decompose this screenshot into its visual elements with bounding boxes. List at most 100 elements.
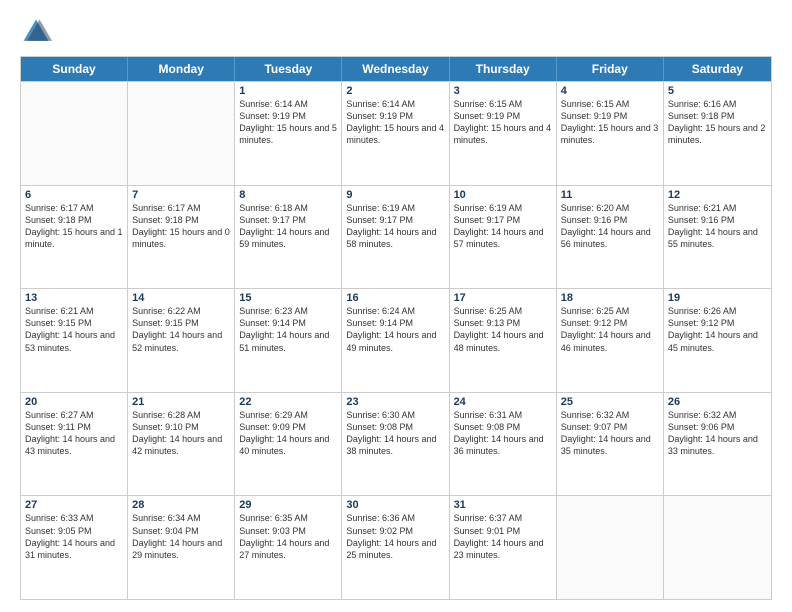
- calendar-cell: 5Sunrise: 6:16 AM Sunset: 9:18 PM Daylig…: [664, 82, 771, 185]
- day-info: Sunrise: 6:27 AM Sunset: 9:11 PM Dayligh…: [25, 409, 123, 458]
- calendar-cell: [557, 496, 664, 599]
- day-info: Sunrise: 6:36 AM Sunset: 9:02 PM Dayligh…: [346, 512, 444, 561]
- day-info: Sunrise: 6:28 AM Sunset: 9:10 PM Dayligh…: [132, 409, 230, 458]
- calendar-cell: 6Sunrise: 6:17 AM Sunset: 9:18 PM Daylig…: [21, 186, 128, 289]
- calendar-cell: 26Sunrise: 6:32 AM Sunset: 9:06 PM Dayli…: [664, 393, 771, 496]
- calendar-cell: 16Sunrise: 6:24 AM Sunset: 9:14 PM Dayli…: [342, 289, 449, 392]
- day-info: Sunrise: 6:25 AM Sunset: 9:12 PM Dayligh…: [561, 305, 659, 354]
- day-number: 8: [239, 189, 337, 201]
- day-number: 9: [346, 189, 444, 201]
- day-info: Sunrise: 6:17 AM Sunset: 9:18 PM Dayligh…: [25, 202, 123, 251]
- day-number: 23: [346, 396, 444, 408]
- day-number: 18: [561, 292, 659, 304]
- calendar-cell: 23Sunrise: 6:30 AM Sunset: 9:08 PM Dayli…: [342, 393, 449, 496]
- page: SundayMondayTuesdayWednesdayThursdayFrid…: [0, 0, 792, 612]
- day-of-week-header: Wednesday: [342, 57, 449, 81]
- day-info: Sunrise: 6:16 AM Sunset: 9:18 PM Dayligh…: [668, 98, 767, 147]
- day-info: Sunrise: 6:21 AM Sunset: 9:16 PM Dayligh…: [668, 202, 767, 251]
- day-number: 7: [132, 189, 230, 201]
- day-of-week-header: Tuesday: [235, 57, 342, 81]
- calendar-cell: [664, 496, 771, 599]
- day-number: 22: [239, 396, 337, 408]
- calendar-week-row: 20Sunrise: 6:27 AM Sunset: 9:11 PM Dayli…: [21, 392, 771, 496]
- day-info: Sunrise: 6:30 AM Sunset: 9:08 PM Dayligh…: [346, 409, 444, 458]
- calendar-week-row: 1Sunrise: 6:14 AM Sunset: 9:19 PM Daylig…: [21, 81, 771, 185]
- day-info: Sunrise: 6:21 AM Sunset: 9:15 PM Dayligh…: [25, 305, 123, 354]
- day-info: Sunrise: 6:23 AM Sunset: 9:14 PM Dayligh…: [239, 305, 337, 354]
- day-number: 31: [454, 499, 552, 511]
- day-info: Sunrise: 6:22 AM Sunset: 9:15 PM Dayligh…: [132, 305, 230, 354]
- calendar-cell: 20Sunrise: 6:27 AM Sunset: 9:11 PM Dayli…: [21, 393, 128, 496]
- calendar: SundayMondayTuesdayWednesdayThursdayFrid…: [20, 56, 772, 600]
- calendar-week-row: 27Sunrise: 6:33 AM Sunset: 9:05 PM Dayli…: [21, 495, 771, 599]
- calendar-week-row: 13Sunrise: 6:21 AM Sunset: 9:15 PM Dayli…: [21, 288, 771, 392]
- calendar-cell: 7Sunrise: 6:17 AM Sunset: 9:18 PM Daylig…: [128, 186, 235, 289]
- calendar-cell: 27Sunrise: 6:33 AM Sunset: 9:05 PM Dayli…: [21, 496, 128, 599]
- day-info: Sunrise: 6:15 AM Sunset: 9:19 PM Dayligh…: [454, 98, 552, 147]
- day-number: 17: [454, 292, 552, 304]
- day-of-week-header: Thursday: [450, 57, 557, 81]
- day-number: 6: [25, 189, 123, 201]
- day-of-week-header: Monday: [128, 57, 235, 81]
- calendar-cell: 17Sunrise: 6:25 AM Sunset: 9:13 PM Dayli…: [450, 289, 557, 392]
- day-info: Sunrise: 6:20 AM Sunset: 9:16 PM Dayligh…: [561, 202, 659, 251]
- day-number: 20: [25, 396, 123, 408]
- calendar-cell: 14Sunrise: 6:22 AM Sunset: 9:15 PM Dayli…: [128, 289, 235, 392]
- day-of-week-header: Friday: [557, 57, 664, 81]
- logo: [20, 16, 56, 48]
- day-number: 29: [239, 499, 337, 511]
- day-number: 30: [346, 499, 444, 511]
- day-number: 14: [132, 292, 230, 304]
- calendar-cell: [128, 82, 235, 185]
- calendar-cell: 2Sunrise: 6:14 AM Sunset: 9:19 PM Daylig…: [342, 82, 449, 185]
- calendar-cell: 31Sunrise: 6:37 AM Sunset: 9:01 PM Dayli…: [450, 496, 557, 599]
- calendar-cell: 19Sunrise: 6:26 AM Sunset: 9:12 PM Dayli…: [664, 289, 771, 392]
- calendar-cell: 25Sunrise: 6:32 AM Sunset: 9:07 PM Dayli…: [557, 393, 664, 496]
- day-info: Sunrise: 6:31 AM Sunset: 9:08 PM Dayligh…: [454, 409, 552, 458]
- day-number: 1: [239, 85, 337, 97]
- day-number: 2: [346, 85, 444, 97]
- calendar-cell: 29Sunrise: 6:35 AM Sunset: 9:03 PM Dayli…: [235, 496, 342, 599]
- calendar-cell: 11Sunrise: 6:20 AM Sunset: 9:16 PM Dayli…: [557, 186, 664, 289]
- calendar-cell: 22Sunrise: 6:29 AM Sunset: 9:09 PM Dayli…: [235, 393, 342, 496]
- day-of-week-header: Sunday: [21, 57, 128, 81]
- calendar-cell: 4Sunrise: 6:15 AM Sunset: 9:19 PM Daylig…: [557, 82, 664, 185]
- calendar-cell: 28Sunrise: 6:34 AM Sunset: 9:04 PM Dayli…: [128, 496, 235, 599]
- day-info: Sunrise: 6:14 AM Sunset: 9:19 PM Dayligh…: [239, 98, 337, 147]
- day-number: 28: [132, 499, 230, 511]
- day-info: Sunrise: 6:24 AM Sunset: 9:14 PM Dayligh…: [346, 305, 444, 354]
- calendar-cell: 12Sunrise: 6:21 AM Sunset: 9:16 PM Dayli…: [664, 186, 771, 289]
- day-number: 12: [668, 189, 767, 201]
- day-number: 26: [668, 396, 767, 408]
- calendar-cell: [21, 82, 128, 185]
- day-number: 25: [561, 396, 659, 408]
- calendar-header: SundayMondayTuesdayWednesdayThursdayFrid…: [21, 57, 771, 81]
- calendar-cell: 8Sunrise: 6:18 AM Sunset: 9:17 PM Daylig…: [235, 186, 342, 289]
- day-info: Sunrise: 6:34 AM Sunset: 9:04 PM Dayligh…: [132, 512, 230, 561]
- calendar-cell: 21Sunrise: 6:28 AM Sunset: 9:10 PM Dayli…: [128, 393, 235, 496]
- calendar-cell: 18Sunrise: 6:25 AM Sunset: 9:12 PM Dayli…: [557, 289, 664, 392]
- day-number: 15: [239, 292, 337, 304]
- day-info: Sunrise: 6:17 AM Sunset: 9:18 PM Dayligh…: [132, 202, 230, 251]
- day-number: 3: [454, 85, 552, 97]
- day-info: Sunrise: 6:15 AM Sunset: 9:19 PM Dayligh…: [561, 98, 659, 147]
- header: [20, 16, 772, 48]
- logo-icon: [20, 16, 52, 48]
- calendar-cell: 24Sunrise: 6:31 AM Sunset: 9:08 PM Dayli…: [450, 393, 557, 496]
- day-info: Sunrise: 6:25 AM Sunset: 9:13 PM Dayligh…: [454, 305, 552, 354]
- day-number: 16: [346, 292, 444, 304]
- day-number: 13: [25, 292, 123, 304]
- day-number: 5: [668, 85, 767, 97]
- day-info: Sunrise: 6:32 AM Sunset: 9:06 PM Dayligh…: [668, 409, 767, 458]
- day-info: Sunrise: 6:14 AM Sunset: 9:19 PM Dayligh…: [346, 98, 444, 147]
- calendar-cell: 3Sunrise: 6:15 AM Sunset: 9:19 PM Daylig…: [450, 82, 557, 185]
- calendar-cell: 15Sunrise: 6:23 AM Sunset: 9:14 PM Dayli…: [235, 289, 342, 392]
- day-of-week-header: Saturday: [664, 57, 771, 81]
- day-info: Sunrise: 6:18 AM Sunset: 9:17 PM Dayligh…: [239, 202, 337, 251]
- day-info: Sunrise: 6:19 AM Sunset: 9:17 PM Dayligh…: [346, 202, 444, 251]
- calendar-cell: 30Sunrise: 6:36 AM Sunset: 9:02 PM Dayli…: [342, 496, 449, 599]
- calendar-week-row: 6Sunrise: 6:17 AM Sunset: 9:18 PM Daylig…: [21, 185, 771, 289]
- day-number: 4: [561, 85, 659, 97]
- calendar-cell: 10Sunrise: 6:19 AM Sunset: 9:17 PM Dayli…: [450, 186, 557, 289]
- calendar-cell: 13Sunrise: 6:21 AM Sunset: 9:15 PM Dayli…: [21, 289, 128, 392]
